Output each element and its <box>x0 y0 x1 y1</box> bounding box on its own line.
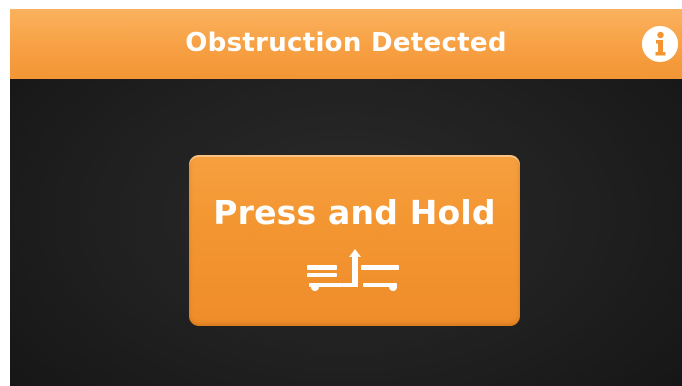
header-bar: Obstruction Detected <box>10 9 682 79</box>
page-title: Obstruction Detected <box>185 28 507 58</box>
press-and-hold-label: Press and Hold <box>213 193 496 232</box>
screen: Obstruction Detected Press and Hold <box>10 9 682 386</box>
info-button[interactable] <box>642 26 678 62</box>
press-and-hold-button[interactable]: Press and Hold <box>189 155 520 326</box>
raise-arrow-icon <box>307 249 399 291</box>
info-icon <box>642 26 678 62</box>
